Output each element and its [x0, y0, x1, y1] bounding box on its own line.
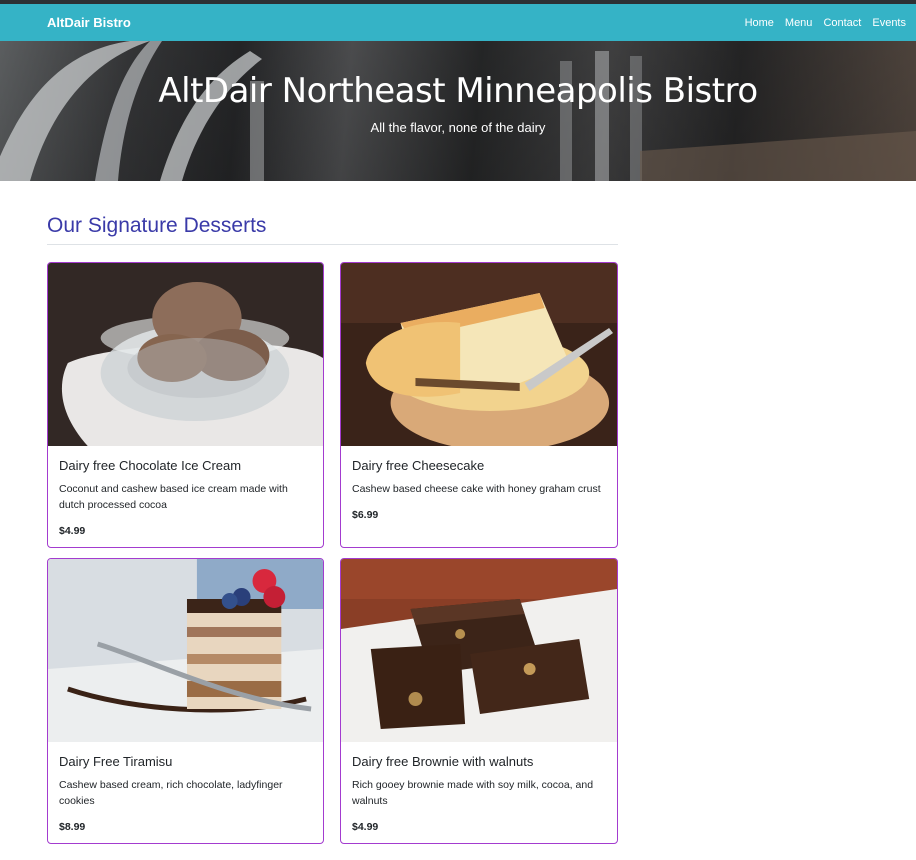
chocolate-ice-cream-photo [48, 263, 323, 446]
brand-link[interactable]: AltDair Bistro [47, 15, 131, 30]
nav-links: Home Menu Contact Events [745, 17, 906, 29]
navbar: AltDair Bistro Home Menu Contact Events [0, 4, 916, 41]
nav-link-menu[interactable]: Menu [785, 17, 813, 29]
card-title: Dairy Free Tiramisu [59, 754, 173, 769]
card-description: Coconut and cashew based ice cream made … [59, 483, 288, 511]
hero-title: AltDair Northeast Minneapolis Bistro [158, 71, 758, 111]
brownie-photo [341, 559, 617, 742]
card-description: Cashew based cheese cake with honey grah… [352, 483, 601, 495]
dessert-card-brownie[interactable]: Dairy free Brownie with walnuts Rich goo… [340, 558, 618, 844]
dessert-card-cheesecake[interactable]: Dairy free Cheesecake Cashew based chees… [340, 262, 618, 548]
tiramisu-photo [48, 559, 323, 742]
dessert-grid: Dairy free Chocolate Ice Cream Coconut a… [47, 262, 618, 844]
card-price: $6.99 [352, 509, 379, 521]
nav-link-events[interactable]: Events [872, 17, 906, 29]
card-description: Cashew based cream, rich chocolate, lady… [59, 779, 283, 807]
card-price: $4.99 [59, 525, 86, 537]
dessert-card-chocolate-ice-cream[interactable]: Dairy free Chocolate Ice Cream Coconut a… [47, 262, 324, 548]
card-title: Dairy free Brownie with walnuts [352, 754, 534, 769]
desserts-section: Our Signature Desserts Dairy free Chocol… [0, 181, 618, 844]
card-title: Dairy free Chocolate Ice Cream [59, 458, 242, 473]
hero-banner: AltDair Northeast Minneapolis Bistro All… [0, 41, 916, 181]
card-price: $8.99 [59, 821, 86, 833]
cheesecake-photo [341, 263, 617, 446]
card-price: $4.99 [352, 821, 379, 833]
card-description: Rich gooey brownie made with soy milk, c… [352, 779, 594, 807]
hero-subtitle: All the flavor, none of the dairy [370, 120, 546, 135]
nav-link-contact[interactable]: Contact [823, 17, 861, 29]
section-title: Our Signature Desserts [47, 214, 618, 245]
card-title: Dairy free Cheesecake [352, 458, 485, 473]
dessert-card-tiramisu[interactable]: Dairy Free Tiramisu Cashew based cream, … [47, 558, 324, 844]
nav-link-home[interactable]: Home [745, 17, 774, 29]
